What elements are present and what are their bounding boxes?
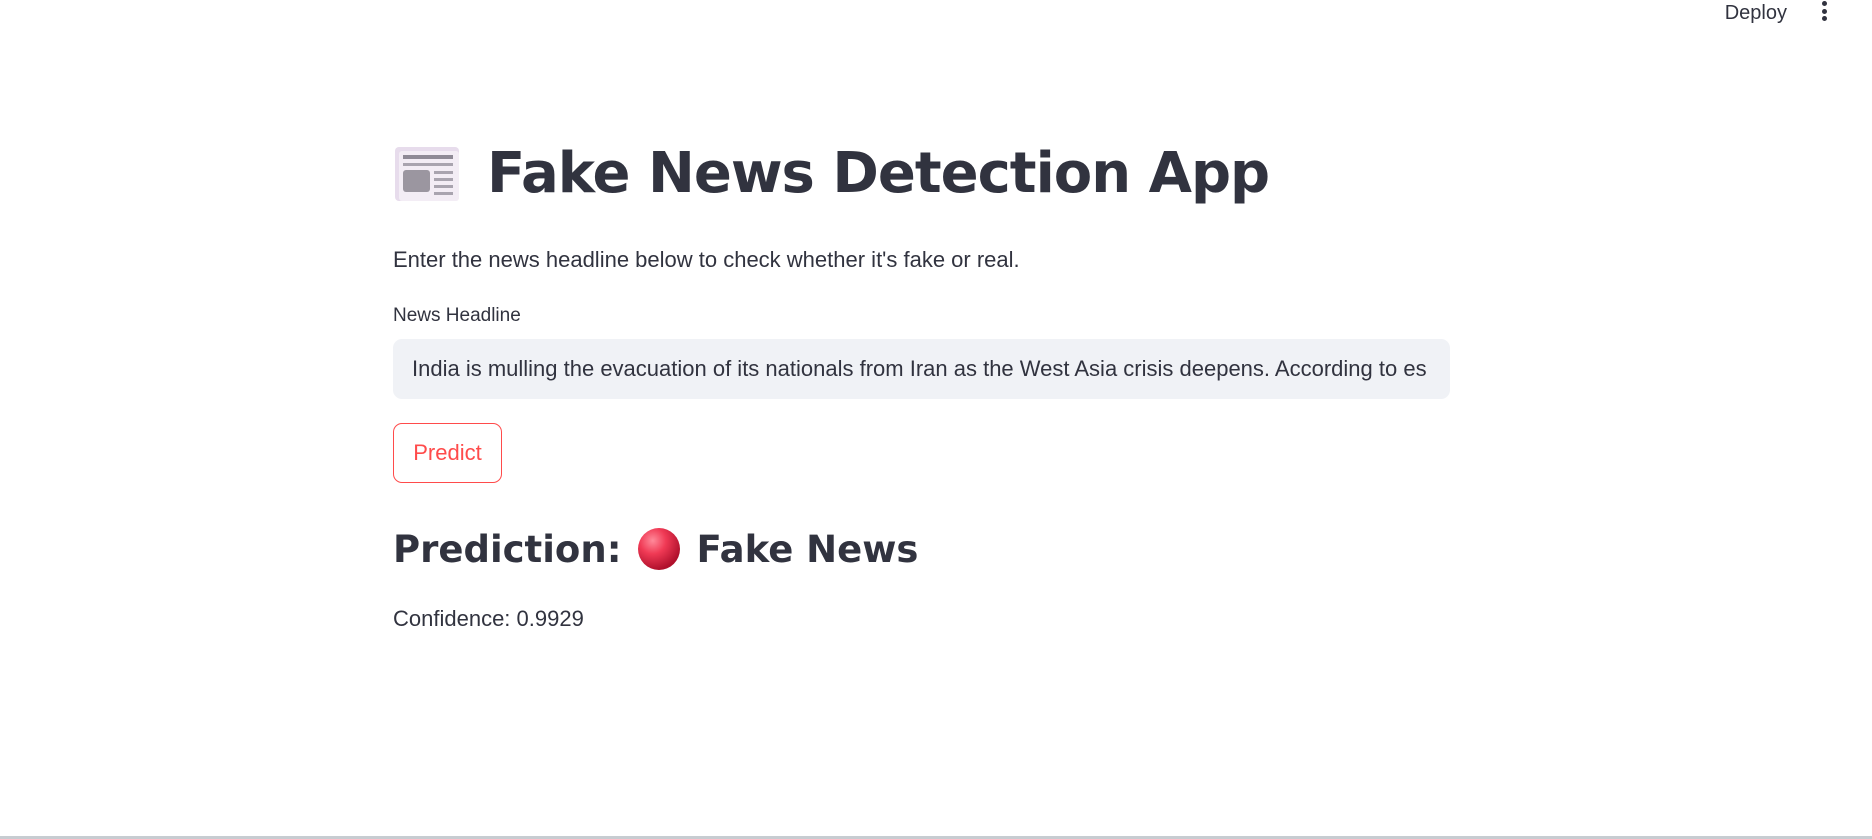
- newspaper-icon: [395, 147, 459, 201]
- vertical-ellipsis-icon: [1821, 1, 1827, 6]
- main-menu-button[interactable]: [1816, 0, 1832, 24]
- page-title: Fake News Detection App: [487, 141, 1270, 206]
- red-circle-icon: [637, 528, 680, 570]
- predict-button[interactable]: Predict: [393, 423, 502, 483]
- confidence-text: Confidence: 0.9929: [393, 606, 584, 631]
- prediction-label: Prediction:: [393, 527, 622, 571]
- top-toolbar: Deploy: [0, 0, 1872, 30]
- app-page: Deploy Fake News Detection App Enter the…: [0, 0, 1872, 839]
- page-subtitle: Enter the news headline below to check w…: [393, 247, 1020, 272]
- ellipsis-dot: [1821, 16, 1827, 21]
- deploy-button[interactable]: Deploy: [1725, 0, 1787, 26]
- news-headline-input[interactable]: India is mulling the evacuation of its n…: [393, 339, 1450, 399]
- title-row: Fake News Detection App: [393, 130, 1450, 218]
- ellipsis-dot: [1821, 8, 1827, 14]
- main-content: Fake News Detection App Enter the news h…: [393, 130, 1450, 633]
- prediction-result: Prediction: Fake News: [393, 523, 1450, 575]
- prediction-value: Fake News: [696, 527, 919, 571]
- news-headline-label: News Headline: [393, 305, 521, 326]
